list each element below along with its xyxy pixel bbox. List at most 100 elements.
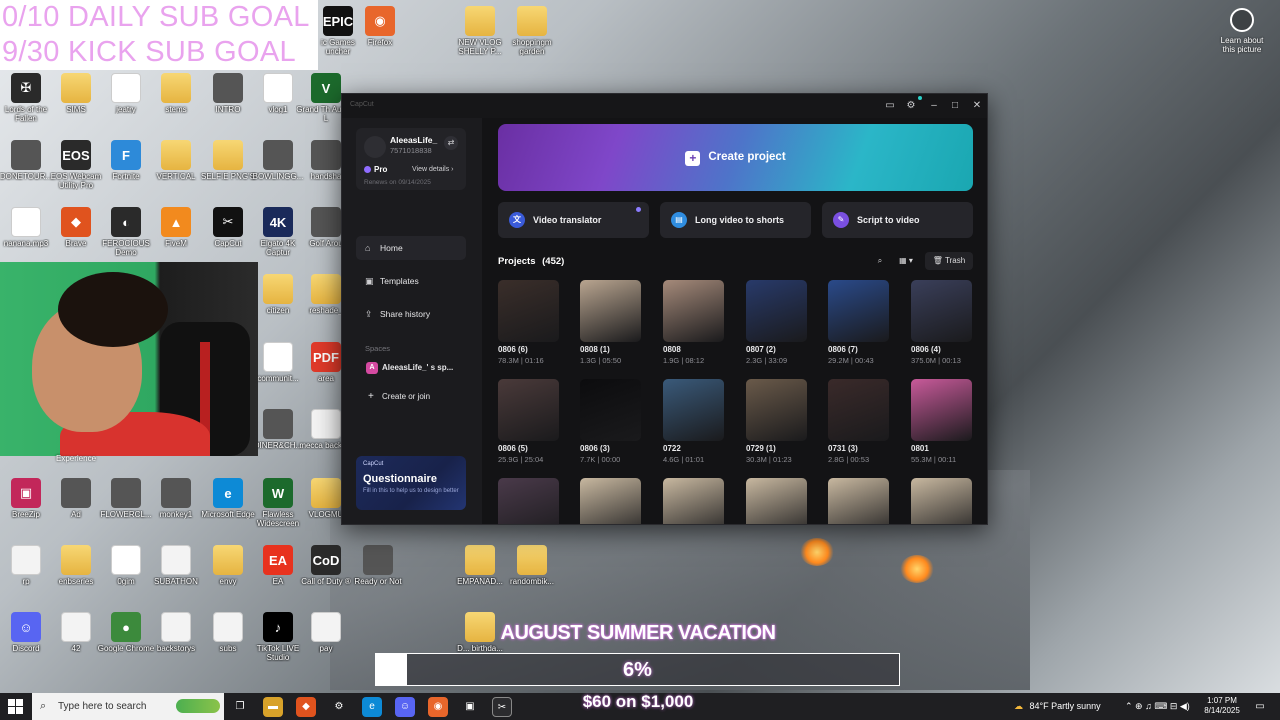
desktop-icon-label: Experience bbox=[56, 454, 97, 463]
wallpaper-flame bbox=[800, 538, 834, 566]
project-name[interactable]: 0806 (7) bbox=[828, 345, 858, 354]
steam-icon[interactable]: ⚙ bbox=[329, 697, 349, 717]
title-bar[interactable]: CapCut ▭ ⚙ – □ ✕ bbox=[342, 94, 987, 118]
long-video-to-shorts-button[interactable]: ▤ Long video to shorts bbox=[660, 202, 811, 238]
gta-icon: V bbox=[311, 73, 341, 103]
long-video-to-shorts-label: Long video to shorts bbox=[695, 215, 784, 225]
project-thumbnail[interactable] bbox=[663, 280, 724, 342]
desktop-icon[interactable]: monkey1 bbox=[146, 478, 206, 519]
windows-start-icon[interactable] bbox=[8, 699, 23, 714]
project-name[interactable]: 0806 (3) bbox=[580, 444, 610, 453]
notification-dot bbox=[918, 96, 922, 100]
minimize-button[interactable]: – bbox=[927, 99, 941, 113]
space-item[interactable]: A AleeasLife_' s sp... bbox=[356, 358, 466, 378]
nav-share-history[interactable]: ⇪ Share history bbox=[356, 302, 466, 326]
edge-icon: e bbox=[213, 478, 243, 508]
switch-account-icon[interactable]: ⇄ bbox=[444, 136, 458, 150]
clock-date: 8/14/2025 bbox=[1204, 706, 1240, 715]
desktop-icon[interactable]: backstorys bbox=[146, 612, 206, 653]
nav-templates[interactable]: ▣ Templates bbox=[356, 269, 466, 293]
video-translator-button[interactable]: 文 Video translator bbox=[498, 202, 649, 238]
desktop-icon[interactable]: VERTICAL bbox=[146, 140, 206, 181]
settings-gear-icon[interactable]: ⚙ bbox=[904, 99, 918, 113]
questionnaire-card[interactable]: CapCut Questionnaire Fill in this to hel… bbox=[356, 456, 466, 510]
file-icon bbox=[213, 612, 243, 642]
nav-templates-label: Templates bbox=[380, 276, 419, 286]
epic-icon: EPIC bbox=[323, 6, 353, 36]
view-details-link[interactable]: View details › bbox=[412, 166, 454, 173]
desktop-icon[interactable]: stems bbox=[146, 73, 206, 114]
view-details-label: View details bbox=[412, 166, 450, 173]
project-name[interactable]: 0731 (3) bbox=[828, 444, 858, 453]
media-icon: ▶ bbox=[263, 73, 293, 103]
desktop-icon[interactable]: NEW VLOG SHELLY P... bbox=[450, 6, 510, 56]
photo-icon bbox=[61, 478, 91, 508]
project-thumbnail[interactable] bbox=[911, 379, 972, 441]
project-thumbnail[interactable] bbox=[911, 478, 972, 524]
tray-icons[interactable]: ⌃ ⊕ ♫ ⌨ ⊟ ◀) bbox=[1125, 693, 1190, 720]
project-thumbnail[interactable] bbox=[663, 379, 724, 441]
desktop-icon[interactable]: ◉ Firefox bbox=[350, 6, 410, 47]
project-thumbnail[interactable] bbox=[828, 478, 889, 524]
task-view-icon[interactable]: ❐ bbox=[230, 697, 250, 717]
project-name[interactable]: 0808 (1) bbox=[580, 345, 610, 354]
project-name[interactable]: 0801 bbox=[911, 444, 929, 453]
project-thumbnail[interactable] bbox=[580, 379, 641, 441]
project-name[interactable]: 0806 (5) bbox=[498, 444, 528, 453]
taskbar-clock[interactable]: 1:07 PM 8/14/2025 bbox=[1196, 696, 1248, 716]
project-thumbnail[interactable] bbox=[498, 280, 559, 342]
desktop-icon[interactable]: randombik... bbox=[502, 545, 562, 586]
feedback-icon[interactable]: ▭ bbox=[883, 99, 897, 113]
project-name[interactable]: 0722 bbox=[663, 444, 681, 453]
project-thumbnail[interactable] bbox=[746, 280, 807, 342]
profile-card[interactable]: AleeasLife_ 7571018838 ⇄ Pro View detail… bbox=[356, 128, 466, 190]
avatar[interactable] bbox=[364, 136, 386, 158]
project-thumbnail[interactable] bbox=[498, 379, 559, 441]
project-thumbnail[interactable] bbox=[746, 478, 807, 524]
create-or-join-button[interactable]: + Create or join bbox=[356, 387, 466, 407]
script-to-video-button[interactable]: ✎ Script to video bbox=[822, 202, 973, 238]
project-name[interactable]: 0806 (4) bbox=[911, 345, 941, 354]
create-project-button[interactable]: + Create project bbox=[498, 124, 973, 191]
project-name[interactable]: 0729 (1) bbox=[746, 444, 776, 453]
search-icon: ⌕ bbox=[40, 700, 47, 712]
desktop-icon[interactable]: SUBATHON bbox=[146, 545, 206, 586]
taskbar-search[interactable]: ⌕ Type here to search bbox=[32, 693, 224, 720]
project-name[interactable]: 0806 (6) bbox=[498, 345, 528, 354]
project-thumbnail[interactable] bbox=[498, 478, 559, 524]
nav-home[interactable]: ⌂ Home bbox=[356, 236, 466, 260]
view-toggle-icon[interactable]: ▦ ▾ bbox=[892, 252, 920, 270]
project-thumbnail[interactable] bbox=[663, 478, 724, 524]
desktop-icon[interactable]: CoD Call of Duty ® bbox=[296, 545, 356, 586]
desktop-icon-label: pay bbox=[319, 644, 333, 653]
project-thumbnail[interactable] bbox=[828, 379, 889, 441]
media-icon: ▶ bbox=[263, 342, 293, 372]
project-thumbnail[interactable] bbox=[911, 280, 972, 342]
project-thumbnail[interactable] bbox=[746, 379, 807, 441]
project-thumbnail[interactable] bbox=[580, 280, 641, 342]
project-name[interactable]: 0808 bbox=[663, 345, 681, 354]
project-meta: 78.3M | 01:16 bbox=[498, 356, 544, 365]
project-thumbnail[interactable] bbox=[828, 280, 889, 342]
trash-button[interactable]: 🗑 Trash bbox=[925, 252, 973, 270]
learn-about-picture[interactable]: Learn about this picture bbox=[1214, 8, 1270, 54]
desktop-icon[interactable]: Ready or Not bbox=[348, 545, 408, 586]
script-to-video-label: Script to video bbox=[857, 215, 920, 225]
desktop-icon[interactable]: EMPANAD... bbox=[450, 545, 510, 586]
maximize-button[interactable]: □ bbox=[948, 99, 962, 113]
desktop-icon[interactable]: ▲ FiveM bbox=[146, 207, 206, 248]
photo-icon bbox=[213, 73, 243, 103]
weather-widget[interactable]: ☁ 84°F Partly sunny bbox=[1014, 693, 1101, 720]
ea-icon: EA bbox=[263, 545, 293, 575]
folder-icon bbox=[61, 73, 91, 103]
search-icon[interactable]: ⌕ bbox=[872, 252, 888, 270]
project-thumbnail[interactable] bbox=[580, 478, 641, 524]
desktop-icon[interactable]: shoppingm garden bbox=[502, 6, 562, 56]
project-name[interactable]: 0807 (2) bbox=[746, 345, 776, 354]
app-name: CapCut bbox=[350, 101, 374, 108]
file-explorer-icon[interactable]: ▬ bbox=[263, 697, 283, 717]
desktop-icon[interactable]: pay bbox=[296, 612, 356, 653]
close-button[interactable]: ✕ bbox=[970, 99, 984, 113]
brave-icon[interactable]: ◆ bbox=[296, 697, 316, 717]
notifications-icon[interactable]: ▭ bbox=[1250, 697, 1270, 717]
